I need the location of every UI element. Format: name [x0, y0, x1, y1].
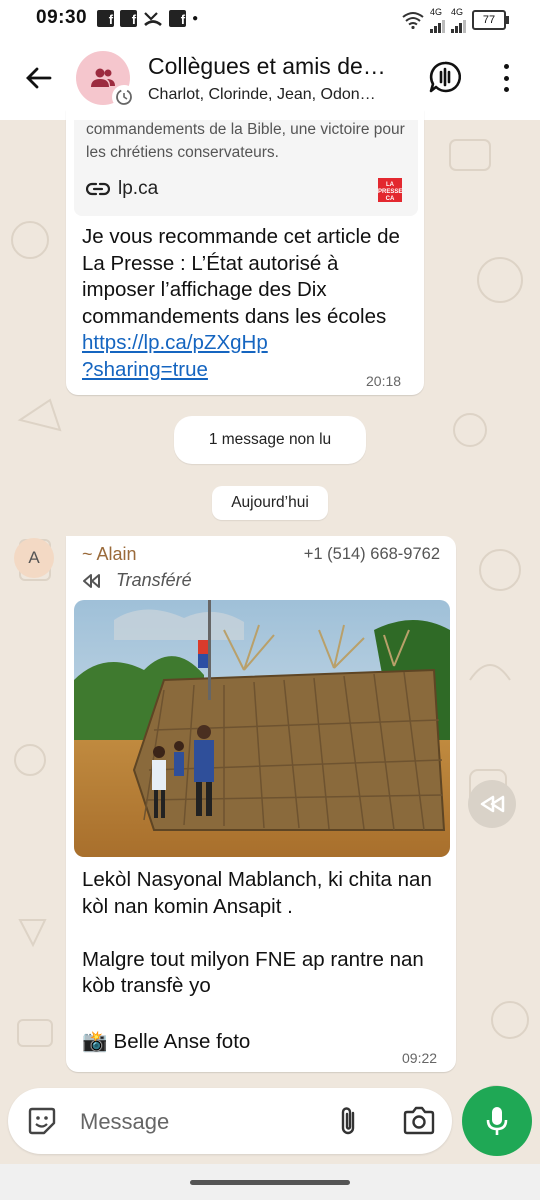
photo-caption: 📸 Belle Anse foto — [82, 1030, 250, 1054]
status-bar: 09:30 f f f ● 4G 4G 77 — [0, 0, 540, 36]
forward-icon — [83, 573, 100, 588]
more-vert-icon — [503, 64, 509, 69]
group-avatar[interactable] — [76, 51, 136, 109]
forwarded-label-row: Transféré — [82, 570, 192, 591]
attach-button[interactable] — [336, 1104, 360, 1138]
preview-domain: lp.ca — [118, 178, 159, 199]
photo-caption-text: Belle Anse foto — [113, 1030, 251, 1053]
mic-icon — [486, 1107, 508, 1135]
facebook-icon: f — [120, 9, 138, 27]
chat-info[interactable]: Collègues et amis de… Charlot, Clorinde,… — [148, 53, 408, 104]
sender-name[interactable]: ~ Alain — [82, 544, 137, 565]
share-forward-icon — [480, 795, 505, 813]
message-photo[interactable] — [74, 600, 450, 857]
article-link-part2: ?sharing=true — [82, 357, 208, 381]
signal-bars-icon — [430, 17, 445, 33]
chat-header: Collègues et amis de… Charlot, Clorinde,… — [0, 36, 540, 120]
voice-message-button[interactable] — [462, 1086, 532, 1156]
message-1-text: Je vous recommande cet article de La Pre… — [82, 224, 402, 383]
more-vert-icon — [503, 75, 509, 81]
preview-link-row: lp.ca — [86, 178, 158, 200]
wifi-icon — [402, 12, 424, 29]
network-label: 4G — [451, 7, 464, 17]
back-arrow-icon — [26, 67, 52, 89]
sender-avatar[interactable]: A — [14, 538, 54, 578]
more-options-button[interactable] — [496, 64, 516, 92]
message-2-text: Lekòl Nasyonal Mablanch, ki chita nan kò… — [82, 868, 432, 997]
chat-members: Charlot, Clorinde, Jean, Odon… — [148, 85, 376, 103]
notification-icons: f f f ● — [97, 9, 198, 27]
voice-call-button[interactable] — [428, 60, 462, 94]
avatar-initial: A — [28, 548, 40, 567]
message-1-body: Je vous recommande cet article de La Pre… — [82, 225, 400, 328]
clock-icon — [116, 89, 132, 105]
network-label: 4G — [430, 7, 443, 17]
emoji-icon — [28, 1107, 56, 1135]
disappearing-badge — [112, 85, 136, 109]
date-divider: Aujourd’hui — [212, 486, 328, 520]
system-nav-bar — [0, 1164, 540, 1200]
status-right: 4G 4G 77 — [402, 7, 509, 33]
group-icon — [91, 68, 115, 87]
battery-level: 77 — [482, 14, 496, 26]
link-icon — [86, 182, 110, 196]
forward-message-button[interactable] — [468, 780, 516, 828]
camera-button[interactable] — [402, 1105, 436, 1137]
more-vert-icon — [503, 87, 509, 92]
emoji-button[interactable] — [26, 1105, 58, 1137]
message-2-time: 09:22 — [402, 1050, 438, 1066]
school-hut-photo — [74, 600, 450, 857]
article-link-part1: https://lp.ca/pZXgHp — [82, 331, 268, 354]
signal-2: 4G — [451, 7, 466, 33]
status-time: 09:30 — [36, 7, 88, 28]
home-gesture-handle[interactable] — [190, 1180, 350, 1185]
dot-icon: ● — [192, 12, 199, 24]
lapresse-logo: LA PRESSE CA — [378, 178, 402, 202]
facebook-icon: f — [97, 9, 115, 27]
sender-phone: +1 (514) 668-9762 — [303, 545, 440, 563]
forwarded-label: Transféré — [116, 570, 192, 590]
missed-call-icon — [144, 12, 162, 27]
signal-bars-icon — [451, 17, 466, 33]
voice-call-icon — [429, 61, 462, 93]
signal-1: 4G — [430, 7, 445, 33]
chat-title: Collègues et amis de… — [148, 52, 386, 79]
unread-label: 1 message non lu — [208, 431, 332, 448]
back-button[interactable] — [20, 60, 56, 96]
message-1-time: 20:18 — [366, 373, 402, 389]
link-preview[interactable]: commandements de la Bible, une victoire … — [74, 120, 418, 216]
unread-divider: 1 message non lu — [174, 416, 366, 464]
article-link[interactable]: https://lp.ca/pZXgHp ?sharing=true — [82, 331, 268, 381]
message-composer — [8, 1088, 452, 1154]
facebook-icon: f — [169, 9, 187, 27]
message-input[interactable] — [78, 1106, 312, 1138]
preview-description: commandements de la Bible, une victoire … — [86, 121, 405, 161]
camera-flash-icon: 📸 — [82, 1030, 108, 1053]
attach-icon — [341, 1107, 355, 1135]
camera-icon — [403, 1106, 435, 1135]
battery-icon: 77 — [472, 10, 509, 30]
date-label: Aujourd’hui — [231, 494, 309, 511]
